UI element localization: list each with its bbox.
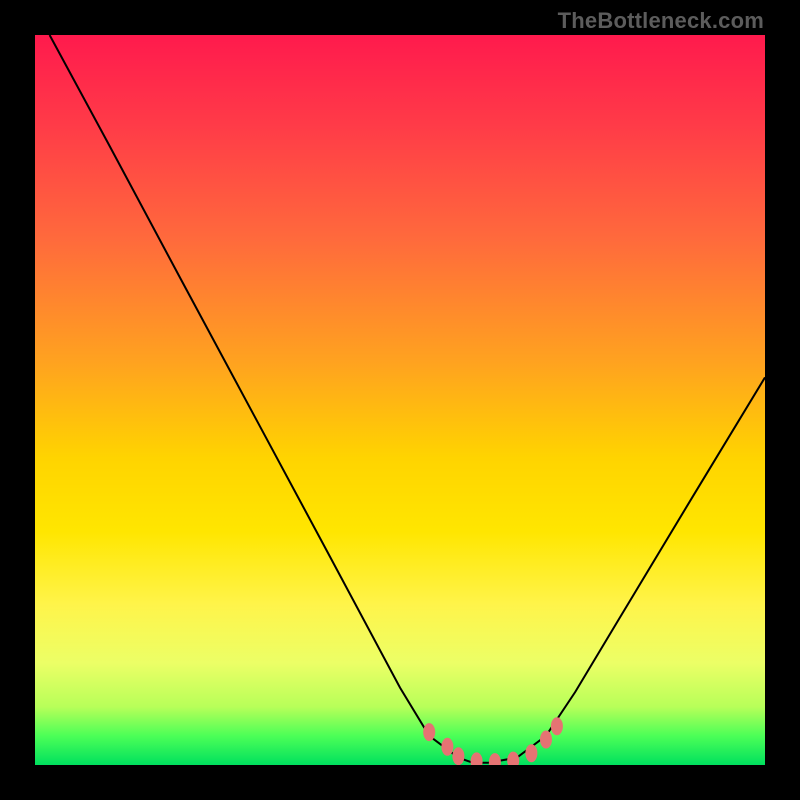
sweet-spot-marker: [423, 723, 435, 741]
chart-root: TheBottleneck.com: [0, 0, 800, 800]
sweet-spot-marker: [441, 738, 453, 756]
sweet-spot-marker: [507, 752, 519, 765]
sweet-spot-marker: [540, 731, 552, 749]
sweet-spot-marker: [452, 747, 464, 765]
sweet-spot-marker: [471, 752, 483, 765]
sweet-spot-marker: [525, 744, 537, 762]
sweet-spot-marker: [489, 753, 501, 765]
plot-area: [35, 35, 765, 765]
bottleneck-curve: [50, 35, 765, 763]
curve-overlay: [35, 35, 765, 765]
sweet-spot-marker: [551, 717, 563, 735]
branding-label: TheBottleneck.com: [558, 8, 764, 34]
sweet-spot-markers: [423, 717, 563, 765]
